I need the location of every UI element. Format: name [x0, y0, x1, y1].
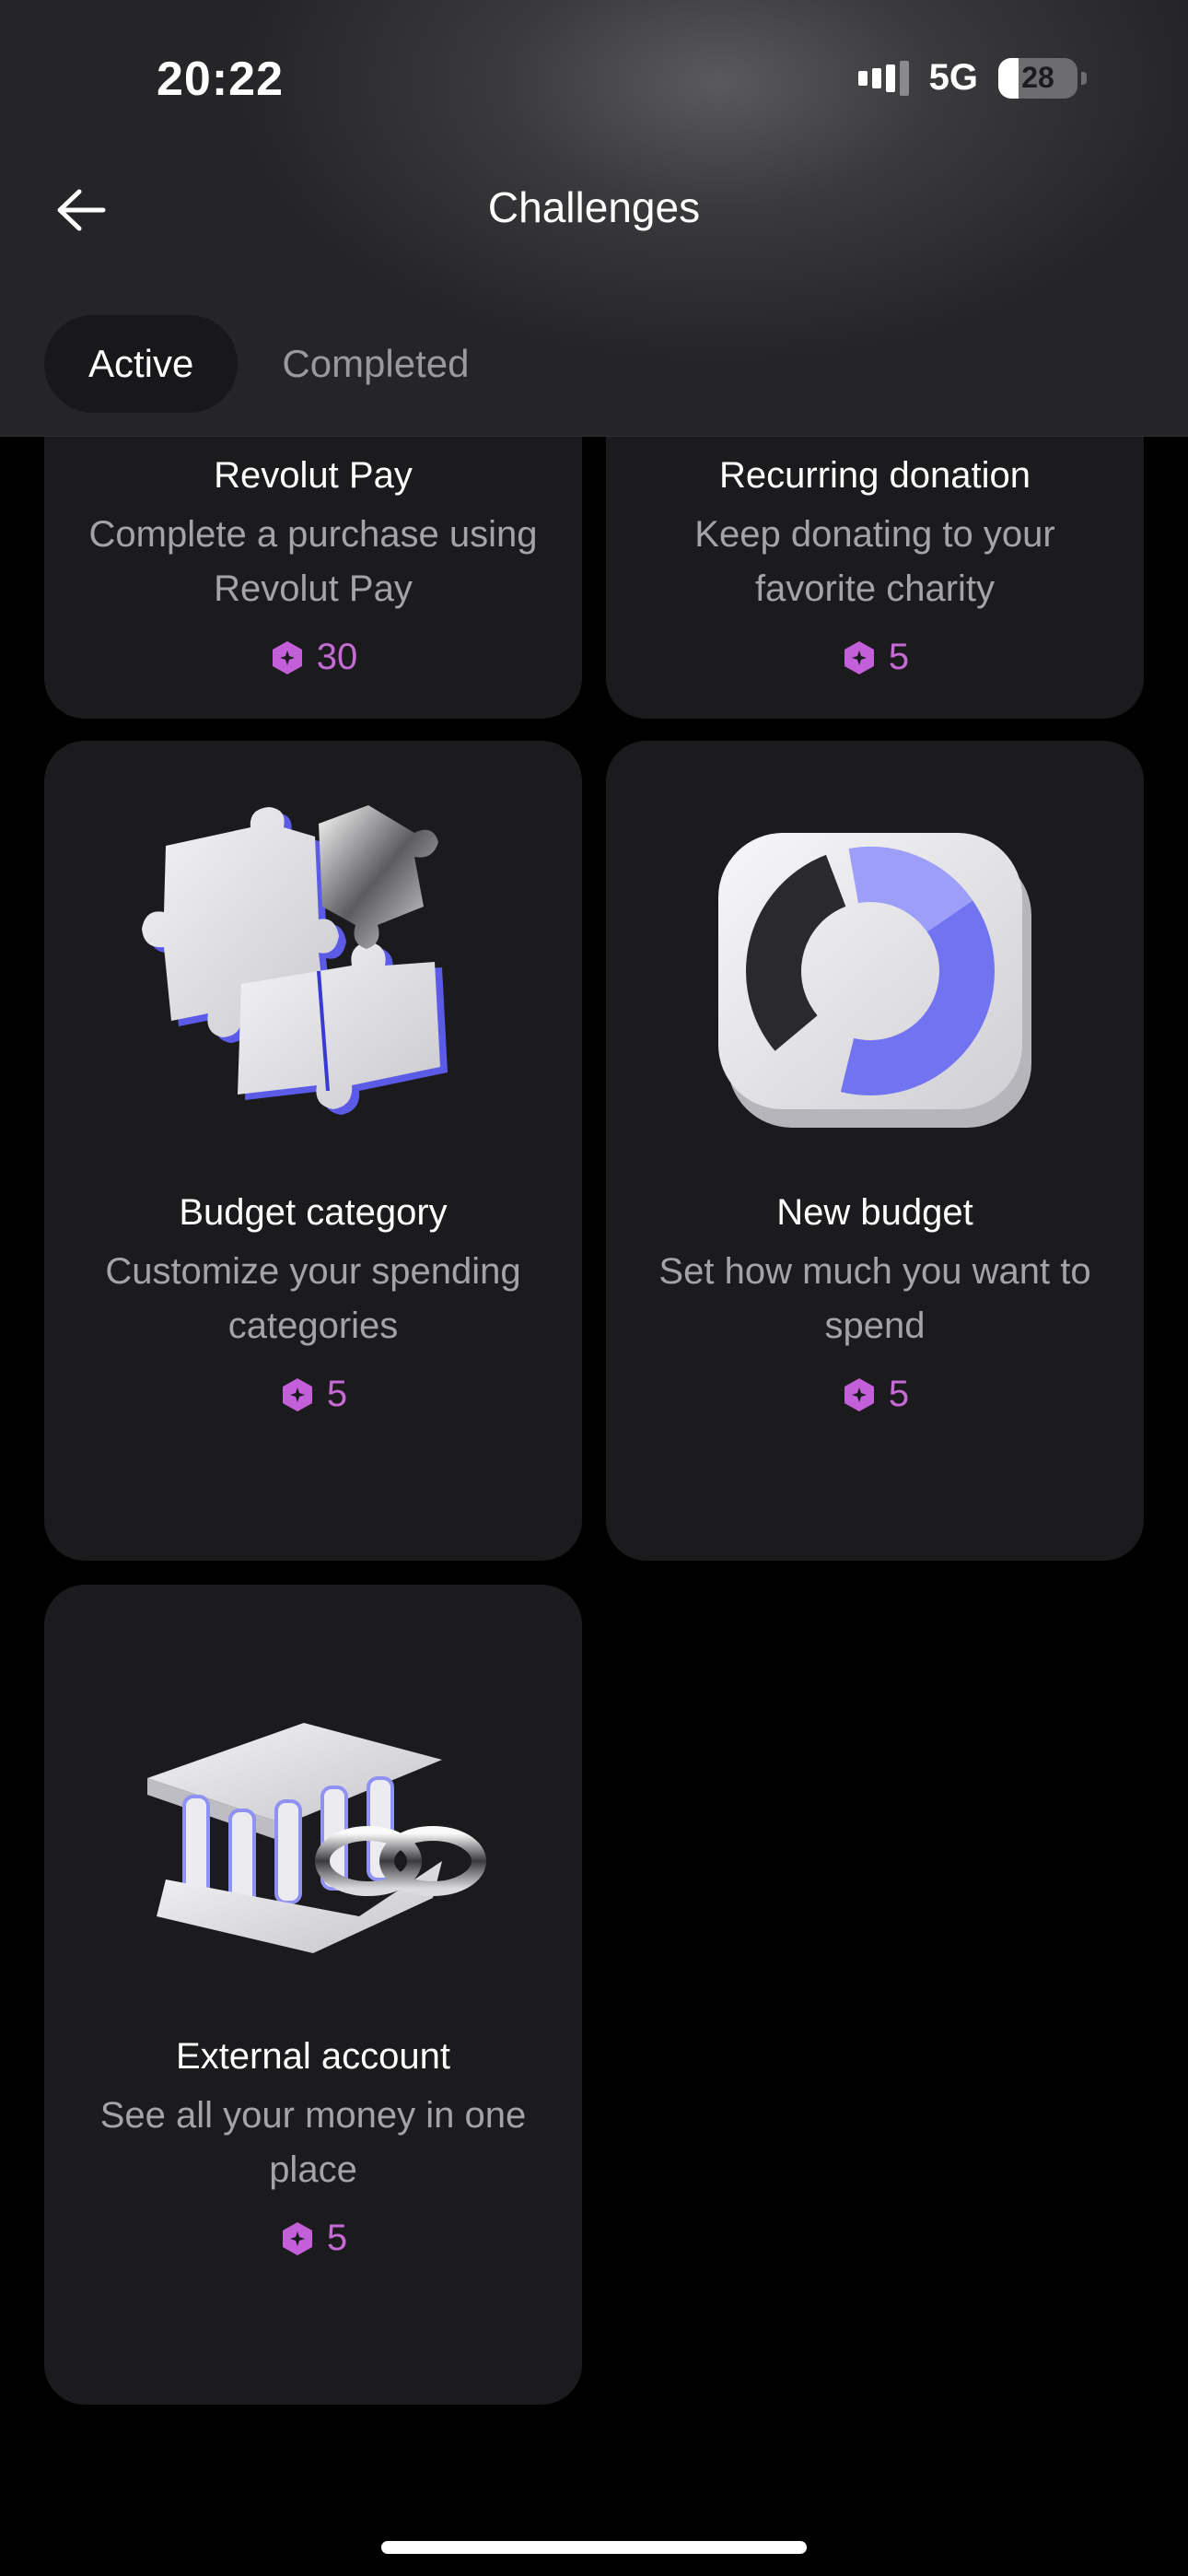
challenge-card-new-budget[interactable]: New budget Set how much you want to spen… — [606, 741, 1144, 1561]
reward-points: 5 — [888, 637, 910, 677]
network-type: 5G — [928, 57, 978, 98]
reward-badge: 5 — [279, 2218, 347, 2259]
reward-gem-icon — [272, 640, 302, 674]
reward-badge: 5 — [841, 1374, 909, 1415]
tab-completed[interactable]: Completed — [238, 315, 513, 413]
reward-gem-icon — [282, 2221, 312, 2255]
reward-badge: 5 — [279, 1374, 347, 1415]
reward-badge: 30 — [269, 637, 358, 678]
card-title: External account — [176, 2036, 450, 2077]
bank-link-icon — [147, 1723, 486, 1953]
donut-chart-icon — [718, 833, 1031, 1128]
card-description: Keep donating to your favorite charity — [694, 514, 1055, 609]
battery-level: 28 — [1021, 61, 1054, 94]
challenge-card-budget-category[interactable]: Budget category Customize your spending … — [44, 741, 582, 1561]
header: 20:22 5G 28 Challenges Active Completed — [0, 0, 1188, 437]
challenge-card-external-account[interactable]: External account See all your money in o… — [44, 1585, 582, 2405]
reward-points: 5 — [326, 1374, 348, 1414]
puzzle-pieces-icon — [142, 805, 448, 1115]
reward-points: 5 — [888, 1374, 910, 1414]
card-description: See all your money in one place — [99, 2095, 527, 2190]
page-title: Challenges — [487, 183, 701, 231]
card-description: Customize your spending categories — [105, 1251, 521, 1346]
card-title: Budget category — [179, 1192, 448, 1233]
tab-bar: Active Completed — [44, 315, 513, 413]
card-title: Revolut Pay — [214, 455, 413, 496]
reward-points: 30 — [316, 637, 358, 677]
reward-gem-icon — [844, 1377, 874, 1411]
status-indicators: 5G 28 — [857, 57, 1087, 99]
battery: 28 — [998, 57, 1087, 99]
reward-badge: 5 — [841, 637, 909, 678]
home-indicator[interactable] — [381, 2541, 807, 2554]
battery-icon: 28 — [998, 57, 1077, 99]
cellular-signal-icon — [857, 60, 909, 96]
reward-gem-icon — [282, 1377, 312, 1411]
card-title: New budget — [776, 1192, 973, 1233]
tab-active[interactable]: Active — [44, 315, 239, 413]
card-description: Set how much you want to spend — [658, 1251, 1091, 1346]
card-title: Recurring donation — [719, 455, 1031, 496]
status-time: 20:22 — [157, 53, 284, 106]
card-description: Complete a purchase using Revolut Pay — [88, 514, 538, 609]
reward-gem-icon — [844, 640, 874, 674]
reward-points: 5 — [326, 2218, 348, 2258]
